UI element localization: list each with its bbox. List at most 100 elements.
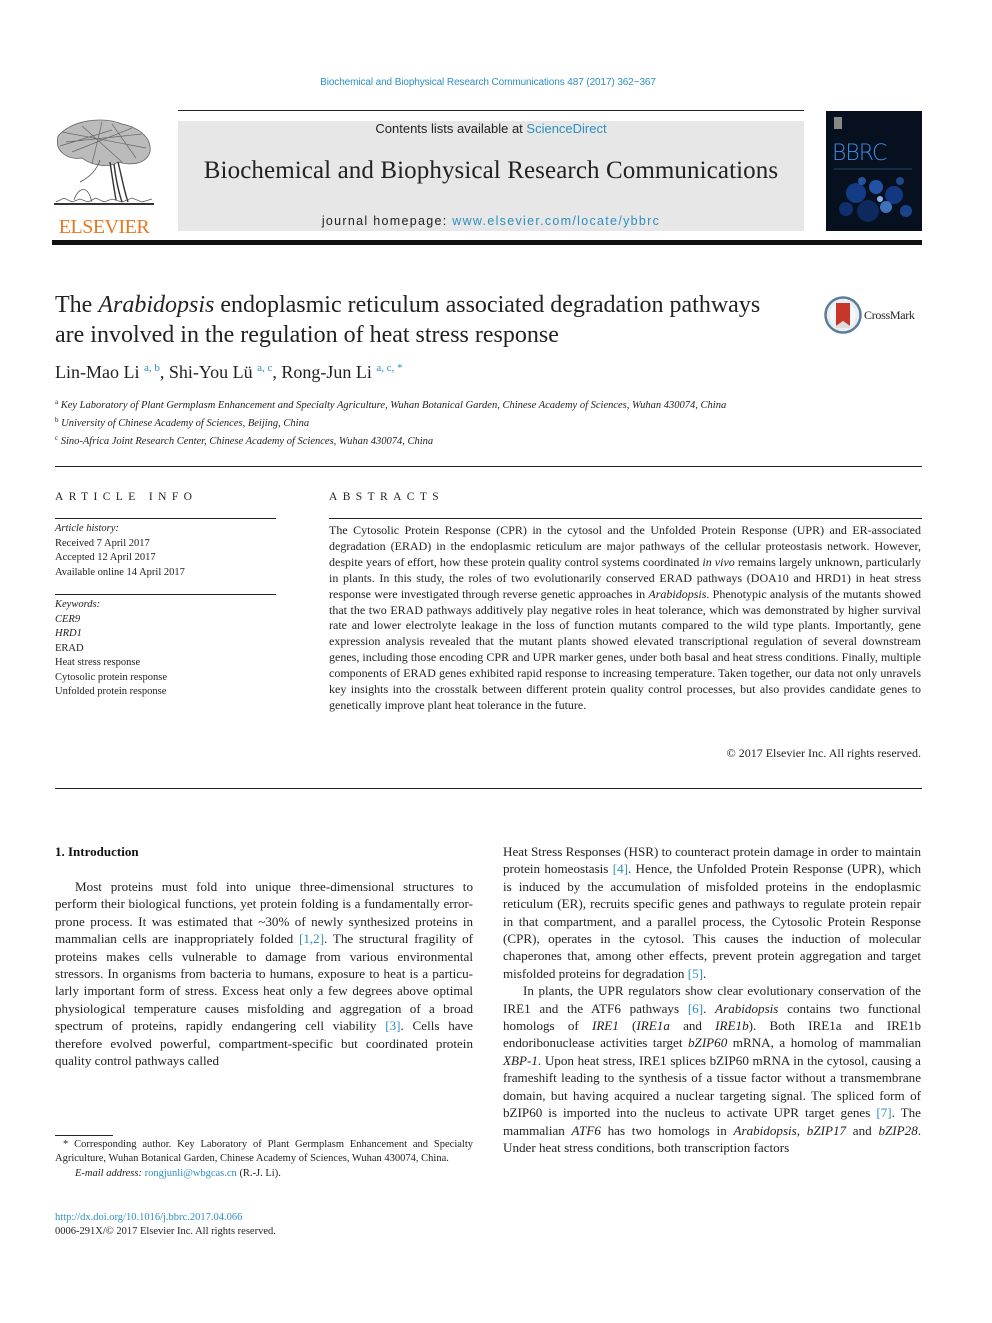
doi-link[interactable]: http://dx.doi.org/10.1016/j.bbrc.2017.04… — [55, 1211, 242, 1225]
author-name[interactable]: Shi-You Lü — [169, 362, 253, 382]
title-divider — [55, 466, 922, 467]
journal-homepage-line: journal homepage: www.elsevier.com/locat… — [178, 214, 804, 228]
header-thick-rule — [52, 240, 922, 245]
header-top-rule — [178, 110, 804, 111]
keyword-item: HRD1 — [55, 628, 82, 639]
text-run: . Hence, the Unfolded Protein Response (… — [503, 861, 921, 981]
text-run: . — [703, 1000, 716, 1016]
paragraph: Heat Stress Responses (HSR) to counterac… — [503, 843, 921, 982]
affiliation-text: Sino-Africa Joint Research Center, Chine… — [60, 436, 434, 447]
journal-homepage-link[interactable]: www.elsevier.com/locate/ybbrc — [452, 214, 660, 228]
author-separator: , — [159, 362, 169, 382]
corresponding-author-footnote: * Corresponding author. Key Laboratory o… — [55, 1138, 473, 1181]
text-italic: bZIP60 — [687, 1035, 728, 1051]
keyword-item: Unfolded protein response — [55, 686, 167, 697]
crossmark-icon — [824, 296, 862, 334]
abstract-bottom-divider — [55, 788, 922, 789]
reference-link[interactable]: [3] — [385, 1018, 400, 1033]
crossmark-badge[interactable]: CrossMark — [824, 296, 934, 336]
text-italic: IRE1a — [636, 1018, 670, 1034]
article-history: Article history: Received 7 April 2017 A… — [55, 522, 185, 580]
affiliation-item: b University of Chinese Academy of Scien… — [55, 413, 815, 431]
affiliations: a Key Laboratory of Plant Germplasm Enha… — [55, 395, 815, 449]
affiliation-item: a Key Laboratory of Plant Germplasm Enha… — [55, 395, 815, 413]
title-italic: Arabidopsis — [98, 292, 215, 318]
title-pre: The — [55, 292, 99, 318]
text-run: , — [796, 1122, 807, 1138]
affiliation-text: Key Laboratory of Plant Germplasm Enhanc… — [60, 400, 727, 411]
issn-copyright: 0006-291X/© 2017 Elsevier Inc. All right… — [55, 1226, 276, 1237]
paragraph: Most proteins must fold into unique thre… — [55, 878, 473, 1069]
history-available-online: Available online 14 April 2017 — [55, 566, 185, 578]
affiliation-text: University of Chinese Academy of Science… — [61, 418, 310, 429]
author-separator: , — [272, 362, 282, 382]
affiliation-mark: a — [55, 398, 59, 406]
keyword-item: Heat stress response — [55, 657, 141, 668]
text-run: and — [669, 1018, 716, 1034]
reference-link[interactable]: [1,2] — [299, 931, 324, 946]
author-affiliation-marks[interactable]: a, c, * — [376, 362, 402, 374]
body-column-right: Heat Stress Responses (HSR) to counterac… — [503, 843, 921, 1156]
keywords-label: Keywords: — [55, 599, 101, 610]
email-suffix: (R.-J. Li). — [236, 1167, 281, 1179]
elsevier-tree-icon — [54, 119, 154, 205]
keyword-item: CER9 — [55, 613, 81, 625]
author-affiliation-marks[interactable]: a, c — [257, 362, 272, 374]
article-info-divider — [55, 518, 276, 519]
abstract-divider — [329, 518, 922, 519]
keywords-divider — [55, 594, 276, 595]
text-italic: XBP-1 — [503, 1052, 538, 1068]
text-run: has two homologs in — [600, 1122, 734, 1138]
reference-link[interactable]: [6] — [688, 1001, 703, 1016]
text-run: mRNA, a homolog of mammalian — [727, 1035, 921, 1051]
author-name[interactable]: Rong-Jun Li — [281, 362, 372, 382]
text-italic: Arabidopsis — [715, 1000, 779, 1016]
sciencedirect-link[interactable]: ScienceDirect — [526, 121, 606, 136]
journal-cover-image[interactable]: BBRC — [826, 111, 922, 231]
paragraph: In plants, the UPR regulators show clear… — [503, 982, 921, 1156]
keyword-item: ERAD — [55, 642, 84, 654]
text-run: . Upon heat stress, IRE1 splices bZIP60 … — [503, 1052, 921, 1121]
abstract-italic: in vivo — [702, 554, 735, 569]
corresponding-author-text: * Corresponding author. Key Laboratory o… — [55, 1139, 473, 1165]
abstract-part: . Phenotypic analysis of the mutants sho… — [329, 586, 921, 712]
author-affiliation-marks[interactable]: a, b — [144, 362, 160, 374]
text-italic: ATF6 — [571, 1122, 601, 1138]
author-list: Lin-Mao Li a, b, Shi-You Lü a, c, Rong-J… — [55, 362, 403, 383]
journal-name: Biochemical and Biophysical Research Com… — [203, 157, 779, 184]
text-italic: IRE1 — [591, 1018, 619, 1034]
affiliation-item: c Sino-Africa Joint Research Center, Chi… — [55, 431, 815, 449]
reference-link[interactable]: [5] — [688, 966, 703, 981]
text-italic: Arabidopsis — [733, 1122, 797, 1138]
email-link[interactable]: rongjunli@wbgcas.cn — [145, 1168, 237, 1179]
elsevier-logo[interactable]: ELSEVIER — [52, 118, 156, 238]
reference-link[interactable]: [7] — [876, 1105, 891, 1120]
history-label: Article history: — [55, 523, 119, 534]
affiliation-mark: c — [55, 434, 59, 442]
footnote-divider — [55, 1135, 113, 1136]
section-heading-introduction: 1. Introduction — [55, 844, 139, 859]
text-run: and — [846, 1122, 879, 1138]
text-run: ( — [618, 1018, 637, 1034]
keyword-item: Cytosolic protein response — [55, 671, 167, 683]
author-name[interactable]: Lin-Mao Li — [55, 362, 139, 382]
contents-line: Contents lists available at ScienceDirec… — [178, 121, 804, 136]
abstract-italic: Arabidopsis — [648, 586, 707, 601]
elsevier-wordmark: ELSEVIER — [58, 216, 150, 238]
journal-citation-link[interactable]: Biochemical and Biophysical Research Com… — [0, 77, 976, 88]
keywords-list: Keywords: CER9 HRD1 ERAD Heat stress res… — [55, 598, 167, 700]
reference-link[interactable]: [4] — [613, 861, 628, 876]
contents-prefix: Contents lists available at — [375, 121, 527, 136]
crossmark-label: CrossMark — [864, 308, 915, 322]
body-column-left: Most proteins must fold into unique thre… — [55, 878, 473, 1069]
email-label: E-mail address: — [75, 1167, 145, 1179]
article-title: The Arabidopsis endoplasmic reticulum as… — [55, 290, 795, 350]
abstract-heading: ABSTRACTS — [329, 491, 445, 503]
cover-bokeh-graphic — [834, 117, 912, 222]
homepage-prefix: journal homepage: — [321, 214, 453, 228]
abstract-copyright: © 2017 Elsevier Inc. All rights reserved… — [726, 746, 921, 760]
cover-title: BBRC — [832, 141, 887, 166]
text-italic: bZIP28 — [878, 1122, 918, 1138]
abstract-text: The Cytosolic Protein Response (CPR) in … — [329, 523, 921, 714]
text-italic: IRE1b — [715, 1018, 749, 1034]
